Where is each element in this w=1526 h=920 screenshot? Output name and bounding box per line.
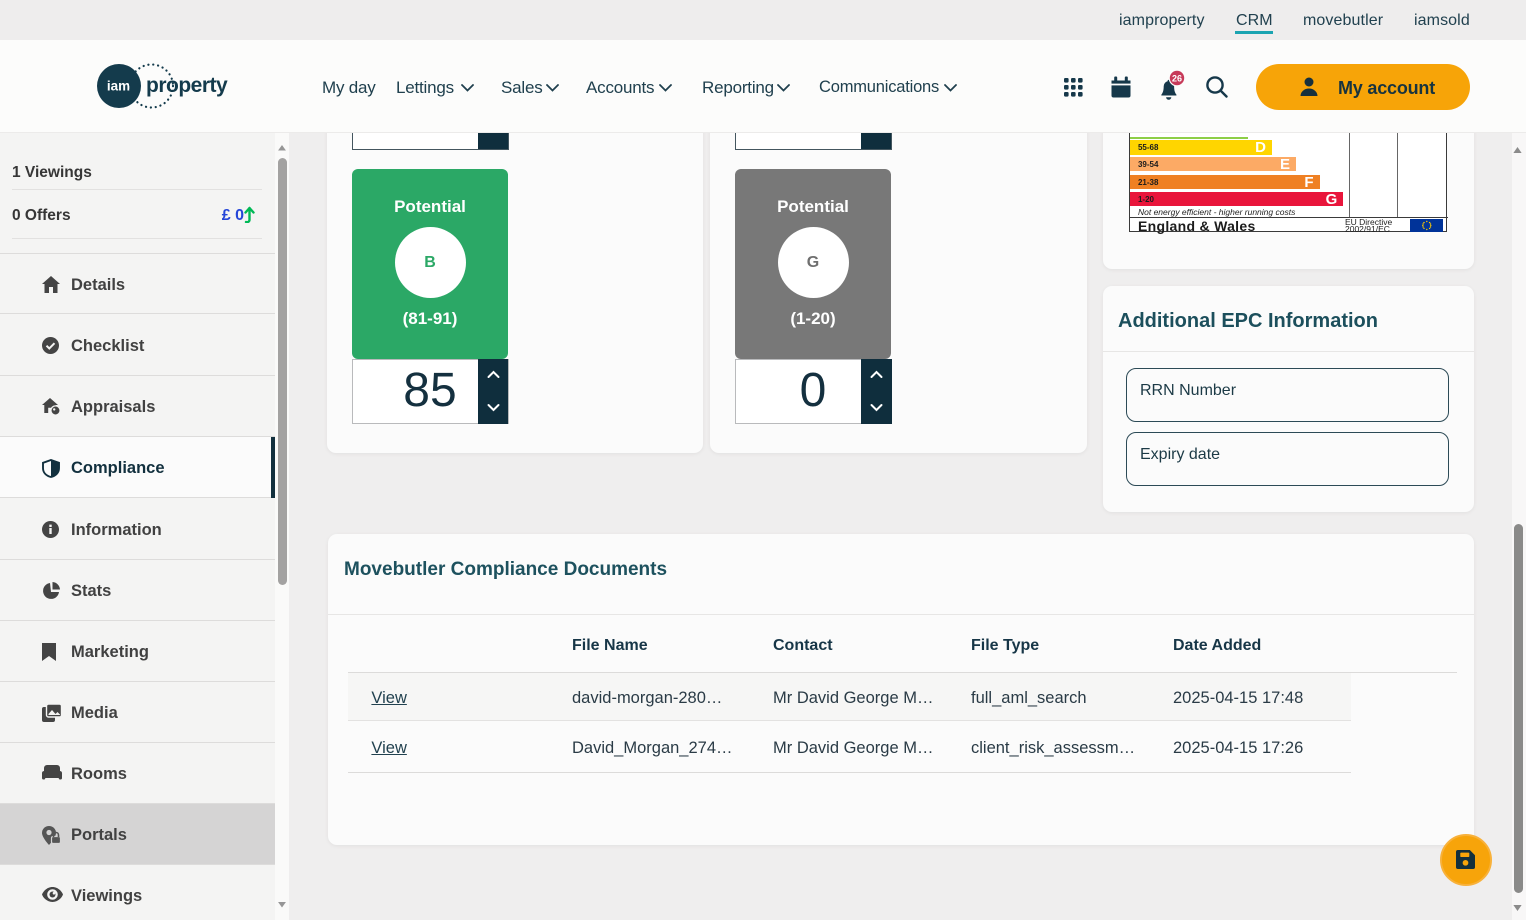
svg-text:26: 26	[1172, 73, 1182, 83]
svg-text:iam: iam	[107, 79, 130, 94]
